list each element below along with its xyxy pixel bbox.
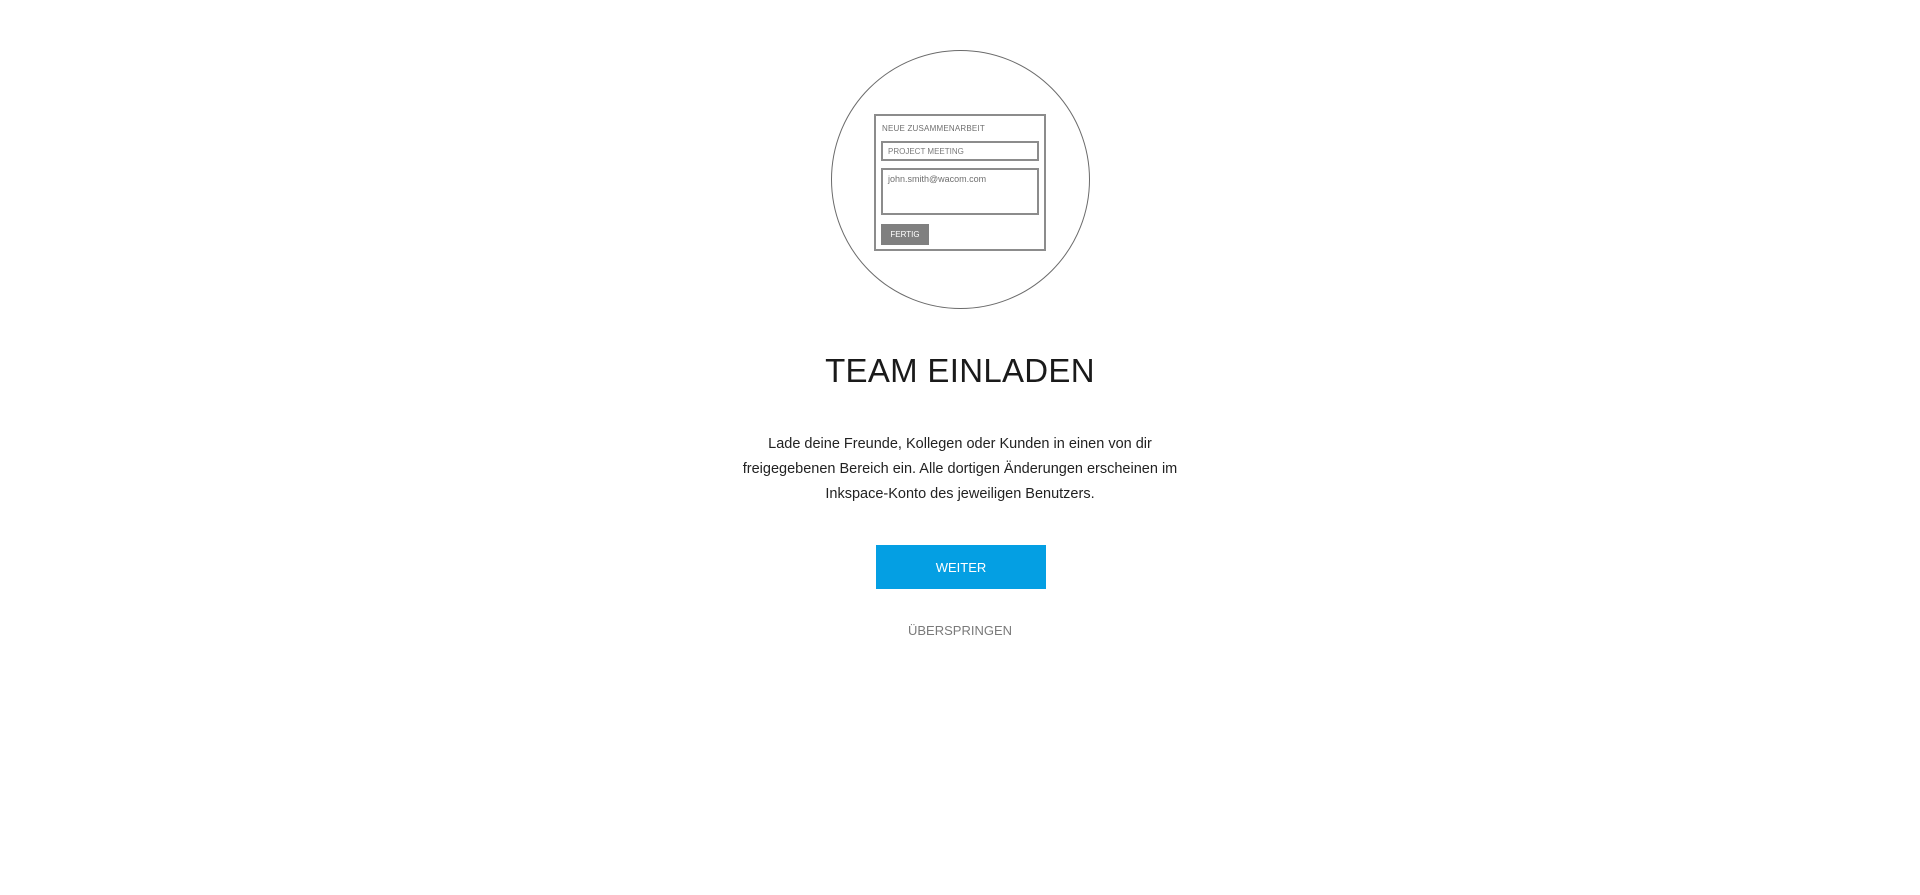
page-description: Lade deine Freunde, Kollegen oder Kunden… — [742, 436, 1178, 502]
illustration-name-field: PROJECT MEETING — [881, 141, 1039, 161]
illustration-card-title: NEUE ZUSAMMENARBEIT — [882, 124, 985, 133]
skip-link-label[interactable]: ÜBERSPRINGEN — [908, 623, 1012, 638]
illustration-done-button: FERTIG — [881, 224, 929, 245]
page-title: TEAM EINLADEN — [825, 352, 1095, 389]
onboarding-screen: NEUE ZUSAMMENARBEIT PROJECT MEETING john… — [0, 0, 1920, 895]
continue-button[interactable]: WEITER — [876, 545, 1046, 589]
skip-link[interactable]: ÜBERSPRINGEN — [0, 623, 1920, 638]
illustration-collaboration-card: NEUE ZUSAMMENARBEIT PROJECT MEETING john… — [874, 114, 1046, 251]
illustration-email-field: john.smith@wacom.com — [881, 168, 1039, 215]
